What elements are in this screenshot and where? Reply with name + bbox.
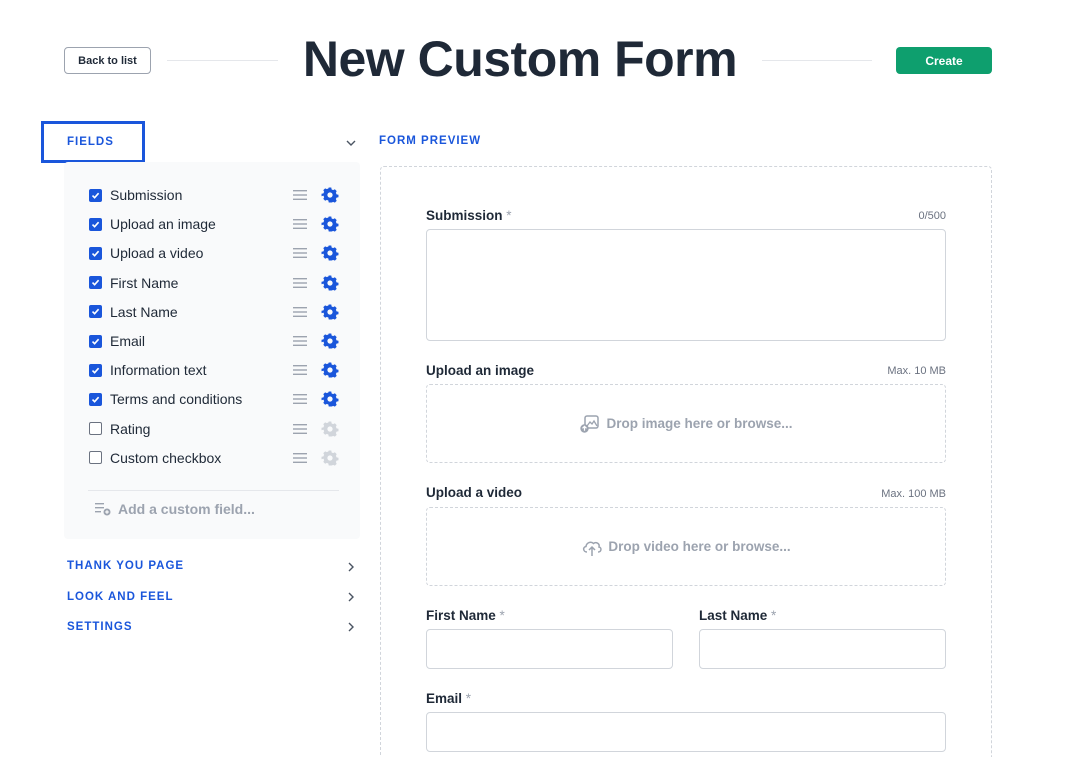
field-row-submission: Submission <box>89 185 339 205</box>
page-title: New Custom Form <box>302 31 738 87</box>
required-mark: * <box>506 208 512 223</box>
last-name-input[interactable] <box>699 629 946 669</box>
upload-image-label: Upload an image <box>426 363 535 378</box>
add-custom-field-label: Add a custom field... <box>118 501 255 517</box>
field-checkbox[interactable] <box>89 392 102 406</box>
field-label: Upload a video <box>110 245 204 262</box>
chevron-right-icon[interactable] <box>344 620 358 634</box>
header-divider-right <box>762 60 872 61</box>
header-divider-left <box>167 60 278 61</box>
gear-icon[interactable] <box>321 186 339 204</box>
gear-icon[interactable] <box>321 332 339 350</box>
checkmark-icon <box>91 192 100 199</box>
submission-char-counter: 0/500 <box>918 210 946 222</box>
checkmark-icon <box>91 396 100 403</box>
gear-icon <box>321 450 339 466</box>
field-label: Terms and conditions <box>110 391 243 408</box>
look-and-feel-section[interactable]: LOOK AND FEEL <box>67 591 174 603</box>
image-dropzone[interactable]: Drop image here or browse... <box>426 384 946 463</box>
checkmark-icon <box>91 221 100 228</box>
required-mark: * <box>499 608 505 623</box>
checkmark-icon <box>91 250 100 257</box>
field-label: Custom checkbox <box>110 449 222 466</box>
first-name-input[interactable] <box>426 629 673 669</box>
fields-divider <box>88 490 339 491</box>
email-label: Email * <box>426 691 472 706</box>
thank-you-page-section[interactable]: THANK YOU PAGE <box>67 560 184 572</box>
field-label: First Name <box>110 274 179 291</box>
chevron-right-icon[interactable] <box>344 560 358 574</box>
create-button[interactable]: Create <box>896 47 992 74</box>
field-checkbox[interactable] <box>89 246 102 260</box>
chevron-down-icon[interactable] <box>344 136 358 150</box>
field-label: Rating <box>110 420 151 437</box>
email-input[interactable] <box>426 712 946 752</box>
first-name-label: First Name * <box>426 608 505 623</box>
drag-handle-icon[interactable] <box>293 306 307 318</box>
field-row-last-name: Last Name <box>89 302 339 322</box>
field-row-information-text: Information text <box>89 360 339 380</box>
upload-video-max-size: Max. 100 MB <box>881 488 946 500</box>
required-mark: * <box>465 691 472 706</box>
required-mark: * <box>771 608 777 623</box>
add-custom-field-button[interactable]: Add a custom field... <box>95 501 255 517</box>
field-checkbox[interactable] <box>89 305 102 319</box>
field-row-custom-checkbox: Custom checkbox <box>89 448 339 468</box>
checkmark-icon <box>91 279 100 286</box>
field-label: Last Name <box>110 303 178 320</box>
image-dropzone-text: Drop image here or browse... <box>606 416 793 431</box>
submission-textarea[interactable] <box>426 229 946 341</box>
drag-handle-icon[interactable] <box>293 189 307 201</box>
drag-handle-icon[interactable] <box>293 218 307 230</box>
field-row-rating: Rating <box>89 419 339 439</box>
checkmark-icon <box>91 308 100 316</box>
gear-icon <box>321 421 339 437</box>
gear-icon[interactable] <box>321 390 339 408</box>
drag-handle-icon[interactable] <box>293 393 307 405</box>
list-add-icon <box>95 503 111 516</box>
checkmark-icon <box>91 367 100 374</box>
upload-image-max-size: Max. 10 MB <box>887 365 946 377</box>
drag-handle-icon[interactable] <box>293 247 307 259</box>
field-label: Submission <box>110 187 183 203</box>
checkmark-icon <box>91 338 100 345</box>
field-checkbox[interactable] <box>89 422 102 436</box>
gear-icon[interactable] <box>321 274 339 292</box>
field-checkbox[interactable] <box>89 451 102 465</box>
field-checkbox[interactable] <box>89 276 102 290</box>
field-label: Email <box>110 333 146 349</box>
drag-handle-icon[interactable] <box>293 452 307 464</box>
form-preview-heading: FORM PREVIEW <box>379 135 482 147</box>
drag-handle-icon[interactable] <box>293 423 307 435</box>
last-name-label: Last Name * <box>699 608 777 623</box>
field-row-upload-an-image: Upload an image <box>89 214 339 234</box>
fields-section-toggle[interactable]: FIELDS <box>67 136 114 148</box>
video-dropzone[interactable]: Drop video here or browse... <box>426 507 946 586</box>
gear-icon[interactable] <box>321 215 339 233</box>
field-label: Upload an image <box>110 216 216 233</box>
image-upload-icon <box>580 414 600 433</box>
field-checkbox[interactable] <box>89 217 102 231</box>
submission-label: Submission * <box>426 208 512 223</box>
back-to-list-button[interactable]: Back to list <box>64 47 151 74</box>
field-row-upload-a-video: Upload a video <box>89 243 339 263</box>
gear-icon[interactable] <box>321 361 339 379</box>
gear-icon[interactable] <box>321 303 339 321</box>
drag-handle-icon[interactable] <box>293 335 307 347</box>
field-checkbox[interactable] <box>89 188 102 202</box>
drag-handle-icon[interactable] <box>293 277 307 289</box>
field-row-first-name: First Name <box>89 273 339 293</box>
field-label: Information text <box>110 362 207 379</box>
upload-video-label: Upload a video <box>426 485 523 500</box>
chevron-right-icon[interactable] <box>344 590 358 604</box>
field-checkbox[interactable] <box>89 363 102 377</box>
field-row-email: Email <box>89 331 339 351</box>
drag-handle-icon[interactable] <box>293 364 307 376</box>
settings-section[interactable]: SETTINGS <box>67 621 133 633</box>
field-checkbox[interactable] <box>89 334 102 348</box>
gear-icon[interactable] <box>321 244 339 262</box>
cloud-upload-icon <box>583 541 603 556</box>
field-row-terms-and-conditions: Terms and conditions <box>89 389 339 409</box>
video-dropzone-text: Drop video here or browse... <box>608 539 791 554</box>
